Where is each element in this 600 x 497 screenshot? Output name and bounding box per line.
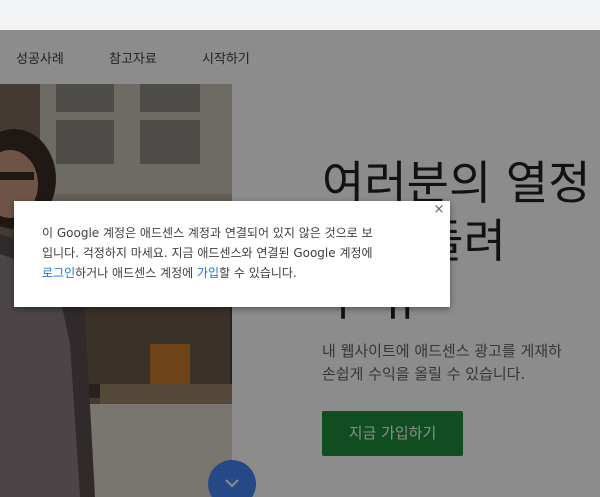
signup-link[interactable]: 가입 xyxy=(197,266,219,280)
dialog-message-line-1: 이 Google 계정은 애드센스 계정과 연결되어 있지 않은 것으로 보 xyxy=(42,226,373,240)
dialog-message: 이 Google 계정은 애드센스 계정과 연결되어 있지 않은 것으로 보 입… xyxy=(42,223,432,283)
close-icon[interactable]: × xyxy=(432,203,446,217)
dialog-message-line-2: 입니다. 걱정하지 마세요. 지금 애드센스와 연결된 Google 계정에 xyxy=(42,246,373,260)
login-link[interactable]: 로그인 xyxy=(42,266,75,280)
dialog-message-line-3: 로그인하거나 애드센스 계정에 가입할 수 있습니다. xyxy=(42,263,432,283)
browser-top-bar xyxy=(0,0,600,30)
dialog-message-mid-text: 하거나 애드센스 계정에 xyxy=(75,266,197,280)
dialog-message-end-text: 할 수 있습니다. xyxy=(219,266,297,280)
account-notice-dialog: × 이 Google 계정은 애드센스 계정과 연결되어 있지 않은 것으로 보… xyxy=(14,201,450,307)
